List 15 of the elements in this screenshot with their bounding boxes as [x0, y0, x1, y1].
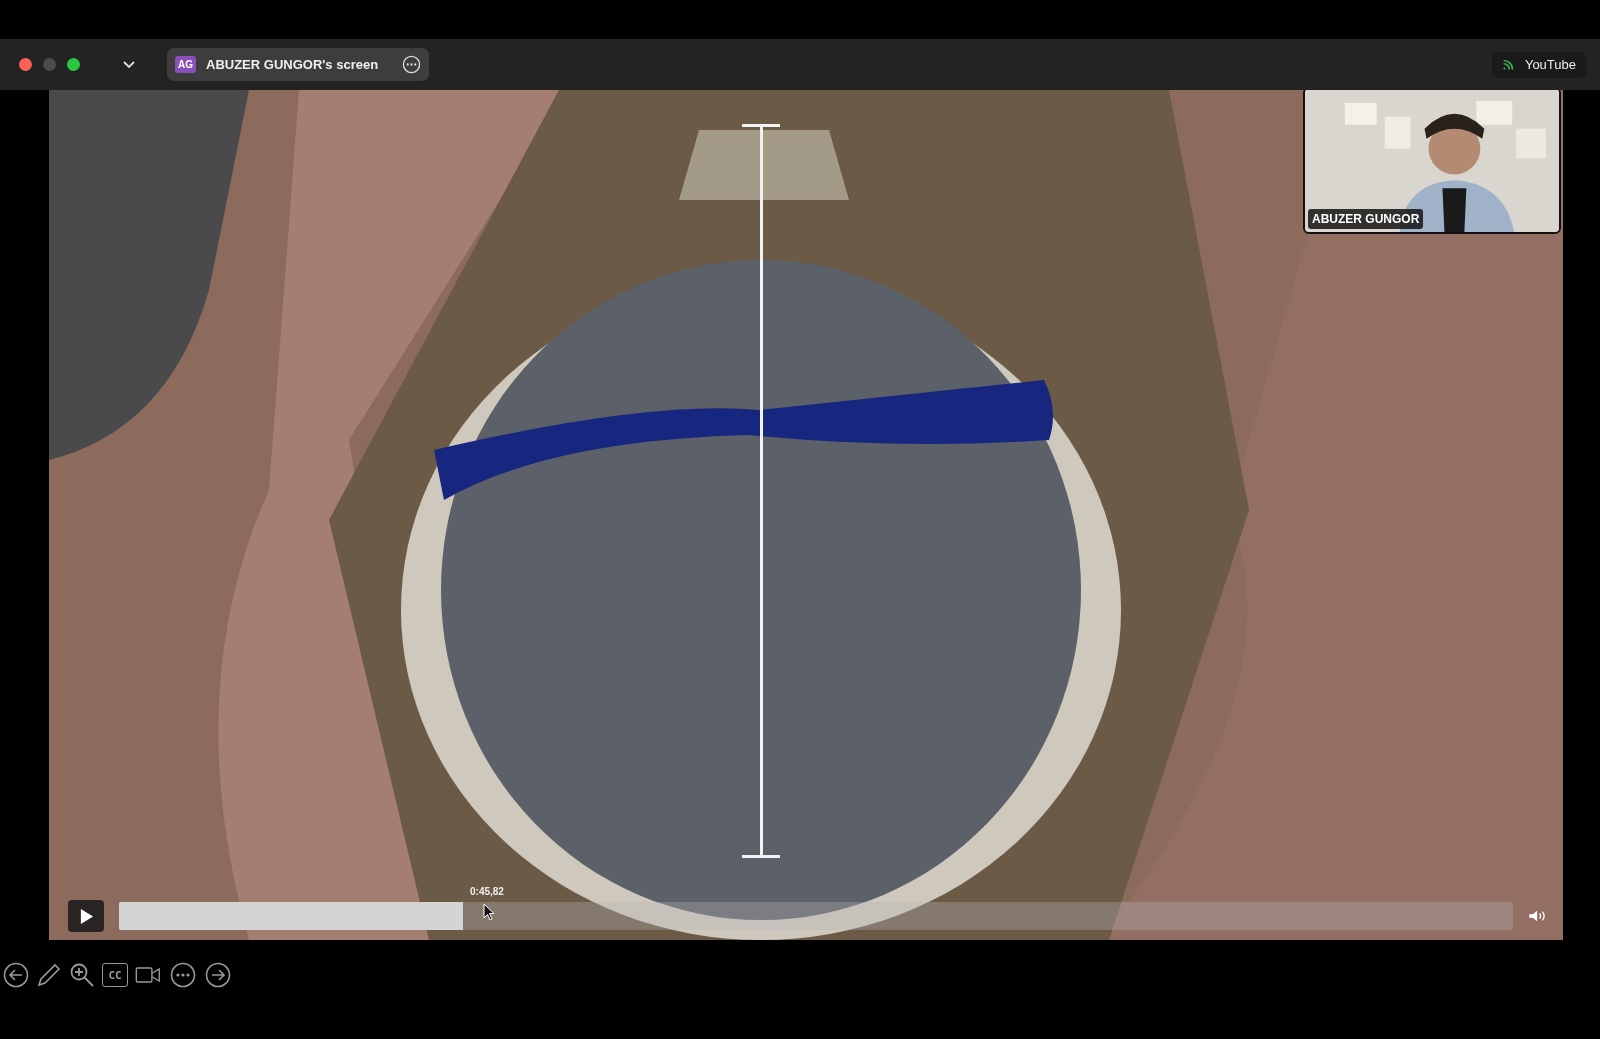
share-pill[interactable]: AG ABUZER GUNGOR's screen [167, 48, 430, 81]
chevron-down-icon[interactable] [123, 60, 135, 69]
avatar-initials: AG [175, 56, 196, 73]
forward-icon[interactable] [205, 962, 231, 988]
more-icon[interactable] [168, 962, 198, 988]
share-title: ABUZER GUNGOR's screen [206, 57, 379, 72]
close-button[interactable] [19, 58, 32, 71]
captions-button[interactable]: CC [102, 963, 128, 987]
pen-icon[interactable] [36, 962, 62, 988]
app-badge[interactable]: YouTube [1491, 51, 1586, 78]
signal-icon [1501, 58, 1515, 71]
zoom-button[interactable] [67, 58, 80, 71]
back-icon[interactable] [3, 962, 29, 988]
more-icon[interactable] [402, 55, 422, 74]
zoom-in-icon[interactable] [69, 962, 95, 988]
